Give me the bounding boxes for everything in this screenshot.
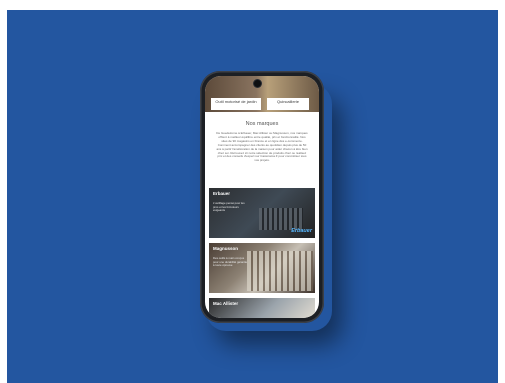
brand-name: Erbauer — [213, 191, 231, 196]
brands-intro-text: De Guedelonne à Erbauer, Mac Allister ou… — [216, 131, 308, 163]
brand-card-erbauer[interactable]: Erbauer L'outillage pensé pour les pros … — [209, 188, 315, 238]
brand-card-mac-allister[interactable]: Mac Allister — [209, 298, 315, 318]
front-camera — [254, 80, 261, 87]
phone-screen: Outil motorisé de jardin Quincaillerie N… — [205, 76, 319, 318]
brand-logo-erbauer: Erbauer — [291, 228, 312, 234]
brand-description: Des outils à main conçus pour une durabi… — [213, 256, 248, 268]
brand-description: L'outillage pensé pour les pros et les b… — [213, 201, 245, 213]
category-card-garden-tools[interactable]: Outil motorisé de jardin — [211, 98, 261, 110]
brand-image-tool-rack — [247, 251, 313, 291]
category-card-hardware[interactable]: Quincaillerie — [267, 98, 309, 110]
brand-image-tools — [259, 208, 303, 230]
brand-name: Mac Allister — [213, 301, 239, 306]
section-title: Nos marques — [245, 121, 279, 127]
category-cards-row: Outil motorisé de jardin Quincaillerie — [205, 76, 319, 112]
brand-name: Magnusson — [213, 246, 239, 251]
phone-mockup: Outil motorisé de jardin Quincaillerie N… — [200, 71, 324, 323]
brand-card-magnusson[interactable]: Magnusson Des outils à main conçus pour … — [209, 243, 315, 293]
